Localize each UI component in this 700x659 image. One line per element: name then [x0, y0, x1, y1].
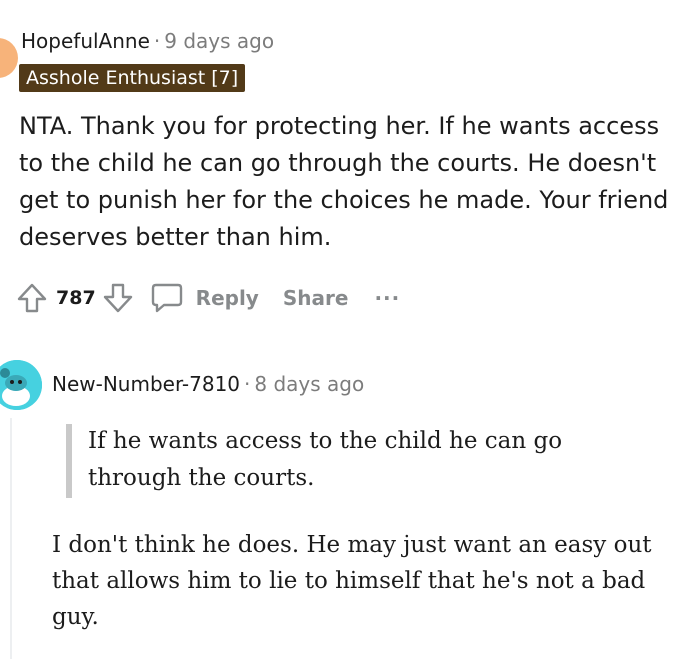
more-options-button[interactable]: ··· — [374, 286, 400, 310]
comment-body: NTA. Thank you for protecting her. If he… — [19, 112, 669, 251]
downvote-icon[interactable] — [102, 282, 134, 314]
snoo-icon — [0, 360, 42, 410]
reply-button[interactable]: Reply — [150, 282, 259, 314]
upvote-icon[interactable] — [16, 282, 48, 314]
vote-count: 787 — [56, 287, 96, 309]
timestamp[interactable]: 9 days ago — [164, 29, 274, 53]
avatar[interactable] — [0, 360, 42, 410]
comment-meta: New-Number-7810 · 8 days ago — [52, 372, 364, 396]
avatar[interactable] — [0, 38, 18, 78]
timestamp[interactable]: 8 days ago — [254, 372, 364, 396]
share-button[interactable]: Share — [283, 286, 349, 310]
comment-actions: 787 Reply Share ··· — [16, 278, 400, 318]
comment-meta: HopefulAnne · 9 days ago — [21, 29, 274, 53]
blockquote: If he wants access to the child he can g… — [88, 428, 563, 491]
author-name[interactable]: HopefulAnne — [21, 29, 150, 53]
comment-body: I don't think he does. He may just want … — [52, 532, 652, 630]
comment-bubble-icon — [150, 282, 184, 314]
quote-bar — [66, 424, 72, 498]
reply-label: Reply — [195, 286, 259, 310]
author-name[interactable]: New-Number-7810 — [52, 372, 240, 396]
thread-line[interactable] — [10, 418, 12, 659]
meta-separator: · — [153, 29, 161, 53]
user-flair: Asshole Enthusiast [7] — [19, 64, 246, 92]
meta-separator: · — [244, 372, 251, 396]
